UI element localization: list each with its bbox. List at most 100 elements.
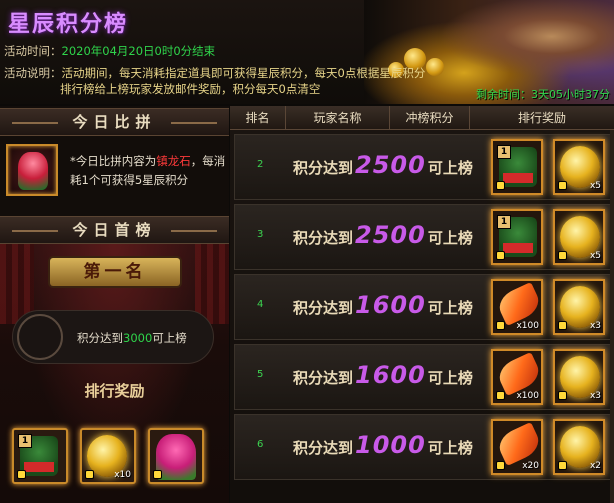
col-rank: 排名 [230, 106, 286, 129]
lock-icon [496, 391, 505, 400]
reward-count: x100 [516, 321, 539, 331]
table-row: 5 积分达到1600 可上榜 x100 x3 [234, 344, 614, 410]
activity-desc-line2: 排行榜给上榜玩家发放邮件奖励，积分每天0点清空 [60, 82, 321, 96]
row-reward-1[interactable]: 1 [491, 139, 543, 195]
curtain-decoration [195, 244, 229, 324]
lock-icon [558, 251, 567, 260]
row-score-requirement: 积分达到2500 可上榜 [293, 221, 473, 249]
lock-icon [496, 251, 505, 260]
reward-item-gold[interactable]: x10 [80, 428, 136, 484]
lock-icon [85, 470, 94, 479]
table-row: 4 积分达到1600 可上榜 x100 x3 [234, 274, 614, 340]
lock-icon [496, 321, 505, 330]
score-prefix: 积分达到 [293, 439, 354, 457]
reward-count: x100 [516, 391, 539, 401]
lock-icon [153, 470, 162, 479]
col-player: 玩家名称 [286, 106, 390, 129]
compare-item-slot[interactable] [6, 144, 58, 196]
row-rank: 3 [257, 229, 264, 240]
first-place-ribbon: 第一名 [50, 258, 180, 286]
reward-title: 排行奖励 [84, 382, 145, 400]
lock-icon [496, 461, 505, 470]
table-row: 6 积分达到1000 可上榜 x20 x2 [234, 414, 614, 480]
compare-description: *今日比拼内容为镇龙石，每消耗1个可获得5星辰积分 [70, 152, 228, 190]
first-place-box: 积分达到3000可上榜 [12, 310, 214, 364]
reward-item-flower[interactable] [148, 428, 204, 484]
activity-desc-label: 活动说明： [4, 66, 62, 80]
activity-desc-row-2: 排行榜给上榜玩家发放邮件奖励，积分每天0点清空 [60, 81, 320, 97]
row-reward-1[interactable]: x100 [491, 279, 543, 335]
avatar[interactable] [17, 314, 63, 360]
row-rank: 4 [257, 299, 264, 310]
row-score: 1000 [355, 431, 426, 459]
rank-text-prefix: 积分达到 [77, 331, 123, 345]
row-reward-2[interactable]: x5 [553, 139, 605, 195]
row-score: 1600 [355, 291, 426, 319]
gold-coin-decoration [426, 58, 444, 76]
row-reward-2[interactable]: x3 [553, 279, 605, 335]
activity-time-value: 2020年04月20日0时0分结束 [61, 44, 216, 58]
header: 星辰积分榜 活动时间：2020年04月20日0时0分结束 活动说明：活动期间，每… [0, 0, 614, 104]
row-reward-2[interactable]: x2 [553, 419, 605, 475]
table-row: 2 积分达到2500 可上榜 1 x5 [234, 134, 614, 200]
scrollbar[interactable] [610, 130, 614, 503]
row-score-requirement: 积分达到2500 可上榜 [293, 151, 473, 179]
feather-icon [494, 421, 541, 467]
lock-icon [17, 470, 26, 479]
row-score-requirement: 积分达到1000 可上榜 [293, 431, 473, 459]
feather-icon [494, 351, 541, 397]
flower-icon [156, 434, 196, 480]
row-score: 2500 [355, 221, 426, 249]
row-reward-1[interactable]: 1 [491, 209, 543, 265]
reward-count: x3 [589, 321, 601, 331]
left-panel: 今日比拼 *今日比拼内容为镇龙石，每消耗1个可获得5星辰积分 今日首榜 第一名 … [0, 106, 229, 503]
activity-time-label: 活动时间： [4, 44, 62, 58]
score-prefix: 积分达到 [293, 159, 354, 177]
reward-count: x2 [589, 461, 601, 471]
feather-icon [494, 281, 541, 327]
score-suffix: 可上榜 [427, 439, 473, 457]
row-rank: 2 [257, 159, 264, 170]
lock-icon [496, 181, 505, 190]
dragon-stone-icon [18, 152, 48, 190]
reward-count: x5 [589, 251, 601, 261]
row-score: 2500 [355, 151, 426, 179]
reward-item-chest[interactable]: 1 [12, 428, 68, 484]
today-compare-title: 今日比拼 [0, 108, 229, 136]
row-rank: 5 [257, 369, 264, 380]
reward-count: x5 [589, 181, 601, 191]
lock-icon [558, 181, 567, 190]
row-reward-2[interactable]: x5 [553, 209, 605, 265]
today-top-title: 今日首榜 [0, 216, 229, 244]
reward-count: x10 [114, 470, 131, 480]
score-prefix: 积分达到 [293, 369, 354, 387]
score-suffix: 可上榜 [427, 229, 473, 247]
ranking-table: 排名 玩家名称 冲榜积分 排行奖励 2 积分达到2500 可上榜 1 x5 3 积… [230, 106, 614, 503]
page-title: 星辰积分榜 [8, 12, 129, 37]
score-prefix: 积分达到 [293, 229, 354, 247]
score-suffix: 可上榜 [427, 369, 473, 387]
score-prefix: 积分达到 [293, 299, 354, 317]
lock-icon [558, 461, 567, 470]
rank-score: 3000 [123, 331, 153, 345]
activity-time-row: 活动时间：2020年04月20日0时0分结束 [4, 43, 215, 59]
remaining-time: 剩余时间：3天05小时37分 [476, 88, 610, 101]
col-score: 冲榜积分 [390, 106, 470, 129]
score-suffix: 可上榜 [427, 159, 473, 177]
reward-count: x3 [589, 391, 601, 401]
activity-desc-row: 活动说明：活动期间，每天消耗指定道具即可获得星辰积分，每天0点根据星辰积分 [4, 65, 425, 81]
row-score-requirement: 积分达到1600 可上榜 [293, 291, 473, 319]
table-row: 3 积分达到2500 可上榜 1 x5 [234, 204, 614, 270]
first-place-requirement: 积分达到3000可上榜 [77, 330, 187, 346]
reward-count: x20 [522, 461, 539, 471]
row-reward-1[interactable]: x20 [491, 419, 543, 475]
rank-text-suffix: 可上榜 [152, 331, 187, 345]
row-score: 1600 [355, 361, 426, 389]
col-reward: 排行奖励 [517, 111, 566, 125]
row-rank: 6 [257, 439, 264, 450]
lock-icon [558, 391, 567, 400]
table-header: 排名 玩家名称 冲榜积分 排行奖励 [230, 106, 614, 130]
row-reward-2[interactable]: x3 [553, 349, 605, 405]
activity-desc-line1: 活动期间，每天消耗指定道具即可获得星辰积分，每天0点根据星辰积分 [61, 66, 426, 80]
row-reward-1[interactable]: x100 [491, 349, 543, 405]
